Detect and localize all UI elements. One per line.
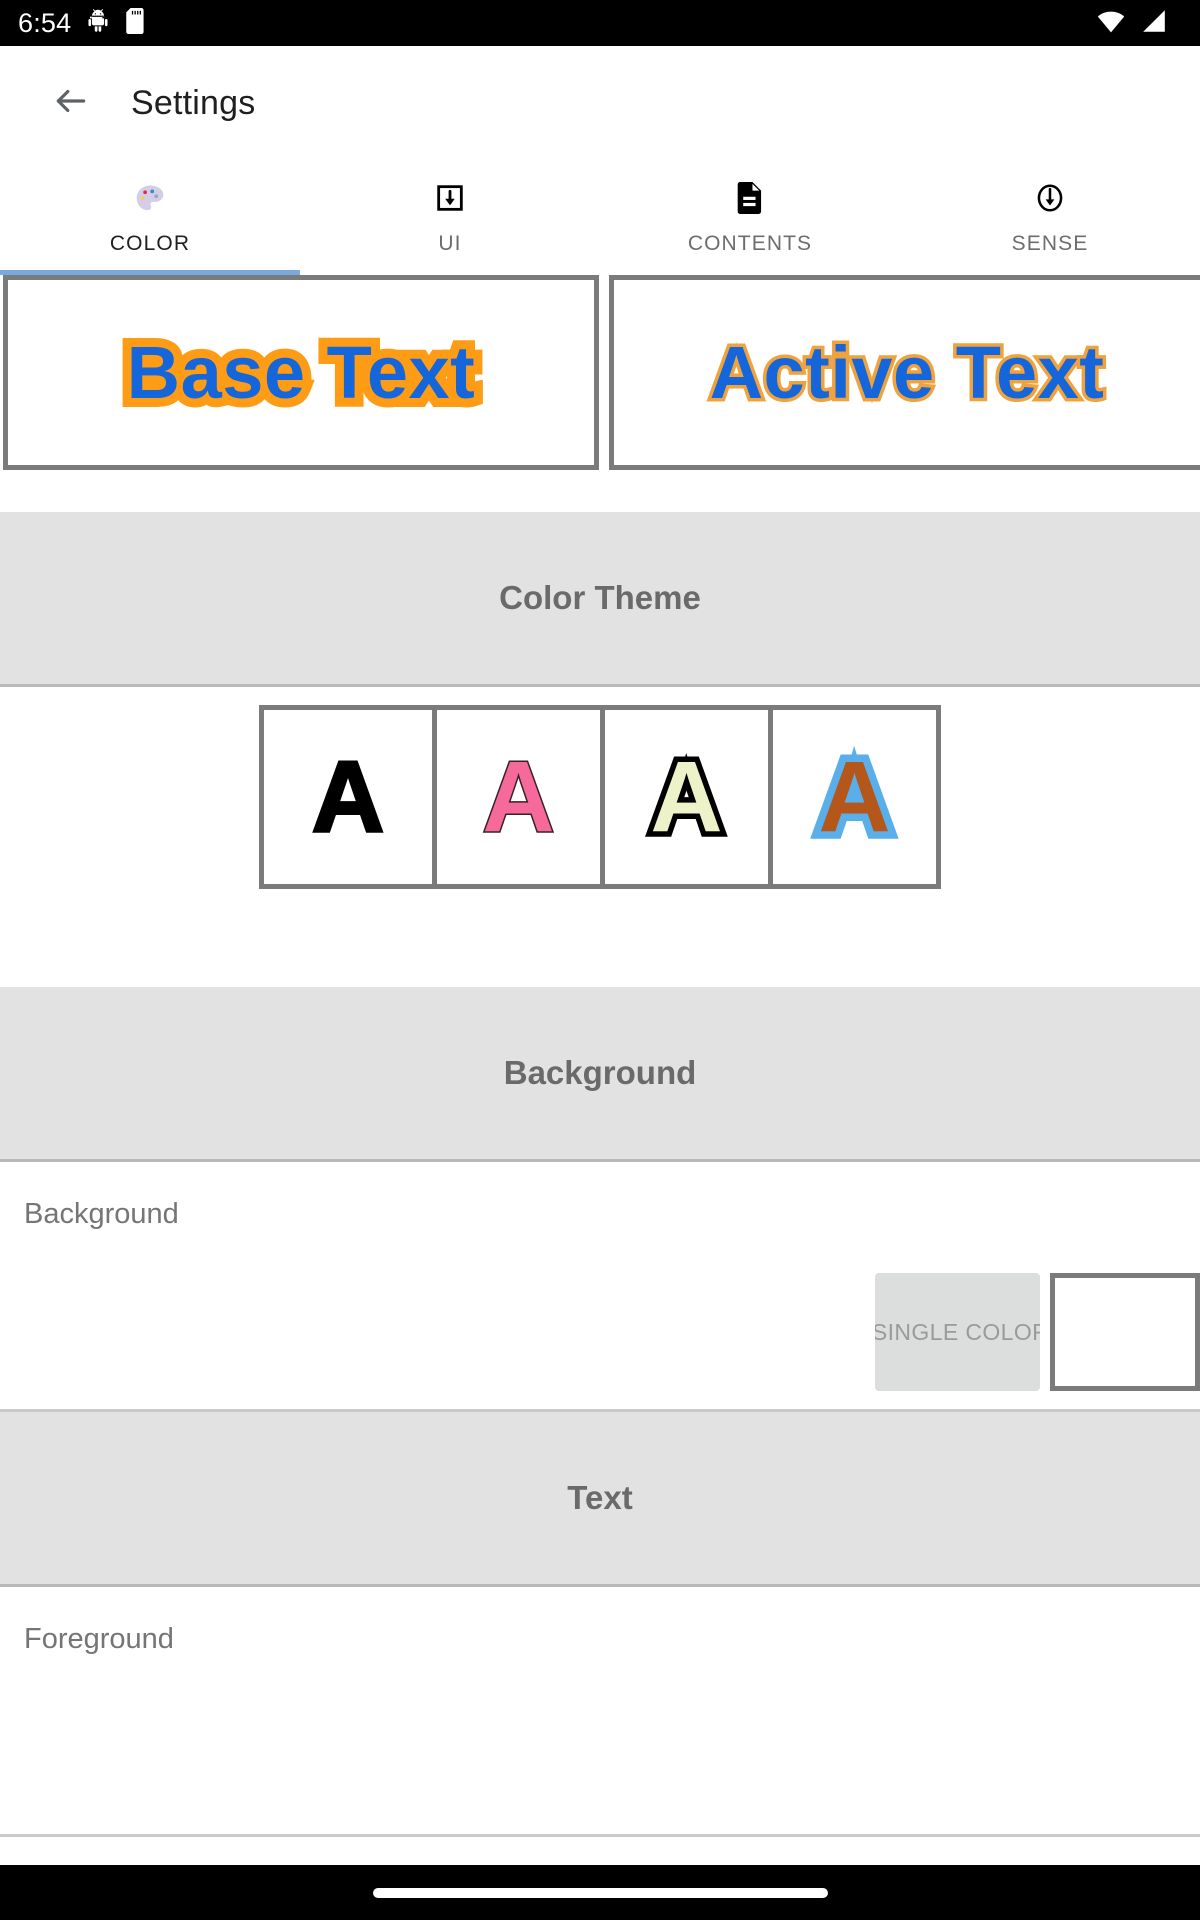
theme-glyph-pink: A — [481, 741, 556, 853]
page-title: Settings — [131, 83, 256, 122]
wifi-icon — [1096, 9, 1126, 38]
cellular-signal-icon — [1140, 9, 1168, 38]
theme-glyph-pale-yellow: A — [645, 741, 728, 853]
active-text-sample: Active Text — [706, 328, 1107, 418]
single-color-button[interactable]: SINGLE COLOR — [875, 1273, 1040, 1391]
section-header-text: Text — [0, 1412, 1200, 1587]
app-bar: Settings — [0, 46, 1200, 160]
color-theme-swatch-strip: A A A A — [259, 705, 941, 889]
android-debug-icon — [85, 8, 111, 39]
spacer-after-themes — [0, 889, 1200, 987]
system-navigation-bar — [0, 1865, 1200, 1920]
background-preference-row[interactable]: Background SINGLE COLOR — [0, 1162, 1200, 1412]
download-box-icon — [434, 179, 466, 217]
section-header-background: Background — [0, 987, 1200, 1162]
back-button[interactable] — [42, 74, 100, 132]
tab-sense[interactable]: SENSE — [900, 160, 1200, 275]
tab-contents[interactable]: CONTENTS — [600, 160, 900, 275]
spacer-after-preview — [0, 470, 1200, 512]
sd-card-icon — [125, 7, 147, 39]
tab-ui[interactable]: UI — [300, 160, 600, 275]
section-title-background: Background — [503, 1054, 697, 1091]
circle-down-arrow-icon — [1034, 179, 1066, 217]
arrow-left-icon — [52, 82, 90, 125]
tab-active-indicator — [0, 270, 300, 275]
theme-glyph-brown-blue: A — [811, 740, 898, 855]
tab-label-ui: UI — [438, 232, 462, 255]
background-row-label: Background — [24, 1198, 179, 1230]
text-preview-row: Base Text Active Text — [0, 275, 1200, 470]
phone-screen: 6:54 Settings COLOR UI CONTENTS SENSE Ba… — [0, 0, 1200, 1920]
background-color-swatch[interactable] — [1050, 1273, 1200, 1391]
active-text-preview[interactable]: Active Text — [609, 275, 1200, 470]
single-color-button-label: SINGLE COLOR — [875, 1318, 1040, 1345]
document-icon — [735, 179, 765, 217]
theme-swatch-pink[interactable]: A — [432, 710, 600, 884]
tab-label-contents: CONTENTS — [687, 232, 813, 255]
palette-icon — [134, 179, 166, 217]
base-text-preview[interactable]: Base Text — [3, 275, 599, 470]
color-theme-swatch-area: A A A A — [0, 687, 1200, 889]
status-clock: 6:54 — [18, 7, 72, 38]
theme-swatch-black[interactable]: A — [264, 710, 432, 884]
home-gesture-pill[interactable] — [372, 1887, 828, 1898]
background-controls: SINGLE COLOR — [875, 1273, 1200, 1391]
base-text-sample: Base Text — [118, 322, 484, 423]
tab-color[interactable]: COLOR — [0, 160, 300, 275]
section-header-color-theme: Color Theme — [0, 512, 1200, 687]
status-bar-right — [1096, 9, 1182, 38]
theme-swatch-brown-blue[interactable]: A — [768, 710, 936, 884]
theme-swatch-pale-yellow[interactable]: A — [600, 710, 768, 884]
tab-label-color: COLOR — [109, 232, 191, 255]
theme-glyph-black: A — [310, 741, 385, 853]
foreground-preference-row[interactable]: Foreground — [0, 1587, 1200, 1837]
status-bar: 6:54 — [0, 0, 1200, 46]
section-title-text: Text — [567, 1479, 633, 1516]
status-bar-left: 6:54 — [18, 7, 147, 39]
tab-bar: COLOR UI CONTENTS SENSE — [0, 160, 1200, 275]
foreground-row-label: Foreground — [24, 1623, 174, 1655]
section-title-color-theme: Color Theme — [499, 579, 701, 616]
tab-label-sense: SENSE — [1011, 232, 1089, 255]
